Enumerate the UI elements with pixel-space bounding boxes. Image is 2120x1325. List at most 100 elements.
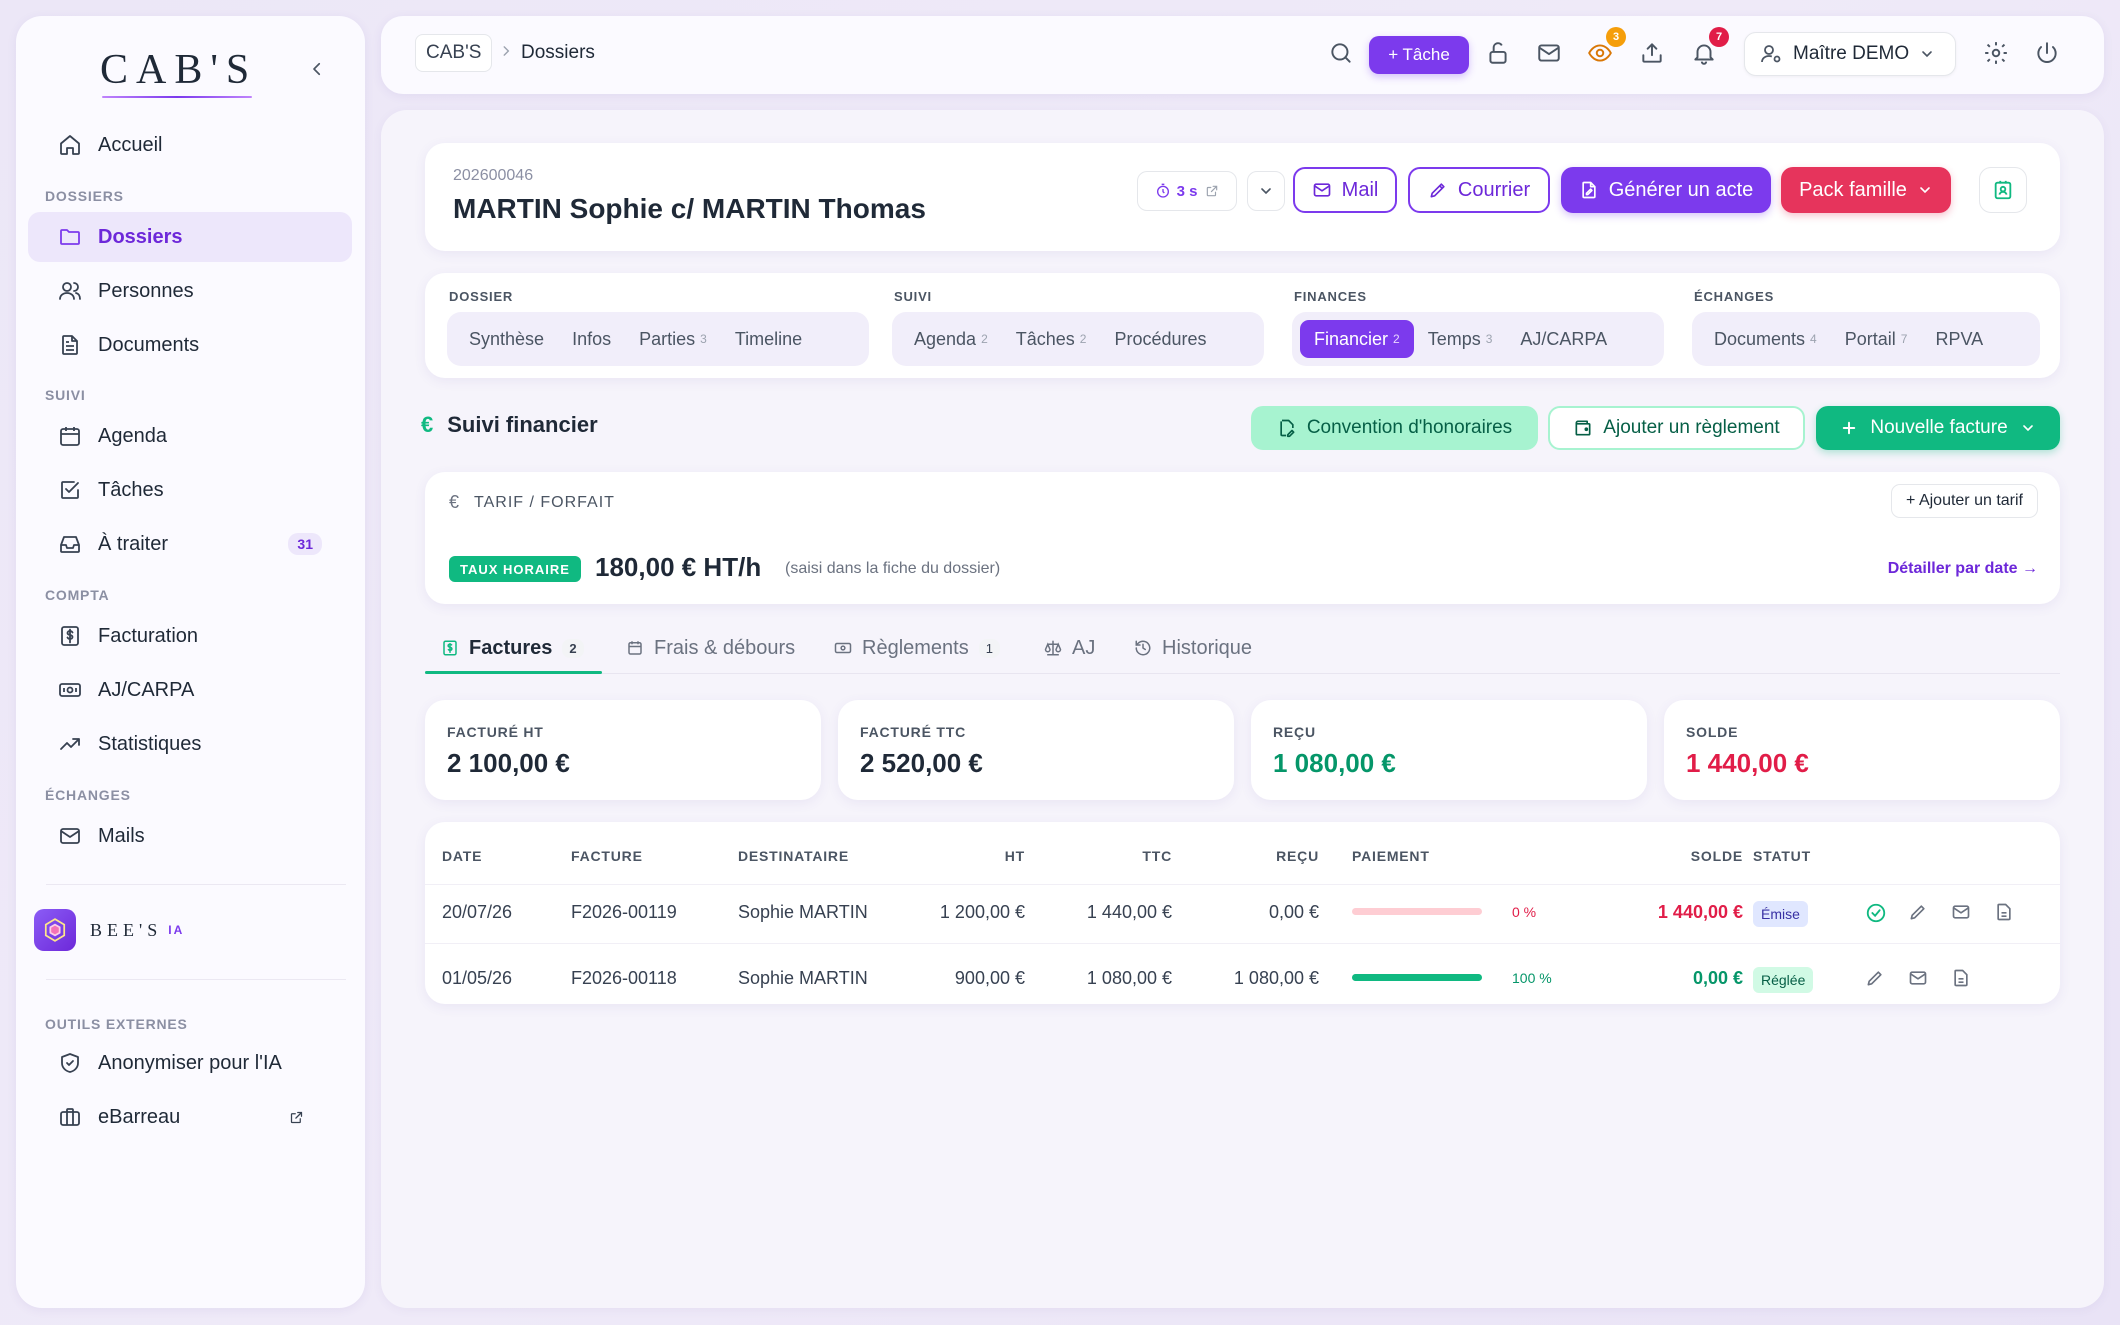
sidebar-item-facturation[interactable]: Facturation bbox=[28, 611, 352, 661]
add-tache-button[interactable]: + Tâche bbox=[1369, 36, 1469, 74]
tab-infos[interactable]: Infos bbox=[558, 320, 625, 358]
bees-ia-link[interactable]: BEE'S IA bbox=[34, 909, 184, 951]
summary-facture-ttc: FACTURÉ TTC 2 520,00 € bbox=[838, 700, 1234, 800]
subtab-reglements[interactable]: Règlements 1 bbox=[834, 630, 1000, 666]
collapse-sidebar-icon[interactable] bbox=[308, 60, 326, 78]
column-header-paiement: PAIEMENT bbox=[1352, 848, 1430, 864]
nouvelle-facture-button[interactable]: Nouvelle facture bbox=[1816, 406, 2060, 450]
tab-label: Temps bbox=[1427, 328, 1481, 349]
dossier-title: MARTIN Sophie c/ MARTIN Thomas bbox=[453, 193, 926, 224]
contact-icon bbox=[1992, 179, 2014, 201]
column-header-statut: STATUT bbox=[1753, 848, 1811, 864]
tabgroup-label: FINANCES bbox=[1294, 289, 1367, 304]
gear-icon[interactable] bbox=[1983, 40, 2009, 66]
search-icon[interactable] bbox=[1328, 40, 1354, 66]
column-header-ttc: TTC bbox=[1142, 848, 1172, 864]
summary-value: 2 100,00 € bbox=[447, 748, 570, 778]
file-icon[interactable] bbox=[1994, 902, 2014, 922]
subtab-label: Factures bbox=[469, 636, 553, 659]
subtab-frais[interactable]: Frais & débours bbox=[626, 630, 795, 666]
sidebar-item-label: Personnes bbox=[98, 279, 194, 302]
main-content: 202600046 MARTIN Sophie c/ MARTIN Thomas… bbox=[381, 110, 2104, 1308]
ajouter-reglement-button[interactable]: Ajouter un règlement bbox=[1548, 406, 1805, 450]
sidebar-item-ajcarpa[interactable]: AJ/CARPA bbox=[28, 665, 352, 715]
hexagon-icon bbox=[34, 909, 76, 951]
folder-icon bbox=[58, 225, 82, 249]
mail-icon[interactable] bbox=[1908, 968, 1928, 988]
row-divider bbox=[425, 943, 2060, 944]
power-icon[interactable] bbox=[2034, 40, 2060, 66]
rate-value: 180,00 € HT/h bbox=[595, 552, 762, 582]
detail-by-date-link[interactable]: Détailler par date → bbox=[1888, 560, 2038, 578]
upload-icon[interactable] bbox=[1639, 40, 1665, 66]
tab-documents[interactable]: Documents 4 bbox=[1700, 320, 1831, 358]
pack-famille-button[interactable]: Pack famille bbox=[1781, 167, 1951, 213]
dossier-number: 202600046 bbox=[453, 167, 534, 184]
check-circle-icon[interactable] bbox=[1865, 902, 1887, 924]
cell-ttc: 1 440,00 € bbox=[1086, 902, 1172, 922]
add-tarif-button[interactable]: + Ajouter un tarif bbox=[1891, 484, 2038, 518]
banknote-icon bbox=[834, 639, 852, 657]
sidebar-item-a-traiter[interactable]: À traiter 31 bbox=[28, 519, 352, 569]
sidebar-item-accueil[interactable]: Accueil bbox=[28, 120, 352, 170]
tab-financier[interactable]: Financier 2 bbox=[1300, 320, 1414, 358]
tarif-card: € TARIF / FORFAIT + Ajouter un tarif TAU… bbox=[425, 472, 2060, 604]
unlock-icon[interactable] bbox=[1485, 40, 1511, 66]
generer-acte-button[interactable]: Générer un acte bbox=[1561, 167, 1771, 213]
tab-timeline[interactable]: Timeline bbox=[721, 320, 816, 358]
file-icon[interactable] bbox=[1951, 968, 1971, 988]
receipt-icon bbox=[626, 639, 644, 657]
summary-label: FACTURÉ TTC bbox=[860, 724, 967, 740]
subtab-aj[interactable]: AJ bbox=[1044, 630, 1095, 666]
sidebar-item-personnes[interactable]: Personnes bbox=[28, 266, 352, 316]
sidebar-item-agenda[interactable]: Agenda bbox=[28, 411, 352, 461]
tab-label: Agenda bbox=[914, 328, 977, 349]
sidebar-item-statistiques[interactable]: Statistiques bbox=[28, 719, 352, 769]
tab-synthese[interactable]: Synthèse bbox=[455, 320, 558, 358]
cell-facture[interactable]: F2026-00119 bbox=[571, 902, 677, 923]
mail-icon[interactable] bbox=[1536, 40, 1562, 66]
contact-card-button[interactable] bbox=[1979, 167, 2027, 213]
home-icon bbox=[58, 133, 82, 157]
breadcrumb-root[interactable]: CAB'S bbox=[415, 34, 493, 72]
tab-label: Financier bbox=[1314, 328, 1389, 349]
sidebar-item-taches[interactable]: Tâches bbox=[28, 465, 352, 515]
tab-temps[interactable]: Temps 3 bbox=[1414, 320, 1507, 358]
sidebar-item-ebarreau[interactable]: eBarreau bbox=[28, 1092, 352, 1142]
tab-rpva[interactable]: RPVA bbox=[1921, 320, 1997, 358]
payment-percent: 0 % bbox=[1512, 904, 1537, 920]
pencil-icon[interactable] bbox=[1865, 968, 1885, 988]
dossier-options-button[interactable] bbox=[1247, 171, 1285, 211]
tab-procedures[interactable]: Procédures bbox=[1100, 320, 1220, 358]
sidebar-item-anonymiser[interactable]: Anonymiser pour l'IA bbox=[28, 1038, 352, 1088]
document-icon bbox=[58, 333, 82, 357]
subtab-label: Historique bbox=[1162, 636, 1253, 659]
mail-button[interactable]: Mail bbox=[1293, 167, 1397, 213]
pencil-icon[interactable] bbox=[1908, 902, 1928, 922]
timer-button[interactable]: 3 s bbox=[1137, 171, 1237, 211]
courrier-button[interactable]: Courrier bbox=[1408, 167, 1550, 213]
sidebar-item-label: Accueil bbox=[98, 133, 163, 156]
mail-icon[interactable] bbox=[1951, 902, 1971, 922]
sidebar-item-documents[interactable]: Documents bbox=[28, 320, 352, 370]
subtab-factures[interactable]: Factures 2 bbox=[441, 630, 584, 666]
tab-agenda[interactable]: Agenda 2 bbox=[900, 320, 1002, 358]
calendar-icon bbox=[58, 424, 82, 448]
convention-honoraires-button[interactable]: Convention d'honoraires bbox=[1251, 406, 1538, 450]
row-divider bbox=[425, 884, 2060, 885]
tab-parties[interactable]: Parties 3 bbox=[625, 320, 721, 358]
tab-taches[interactable]: Tâches 2 bbox=[1002, 320, 1101, 358]
app-logo[interactable]: CAB'S bbox=[100, 46, 257, 94]
chevron-down-icon bbox=[1258, 183, 1274, 199]
sidebar-item-mails[interactable]: Mails bbox=[28, 811, 352, 861]
tab-ajcarpa[interactable]: AJ/CARPA bbox=[1506, 320, 1621, 358]
user-menu-button[interactable]: Maître DEMO bbox=[1744, 32, 1956, 76]
pen-icon bbox=[1428, 180, 1448, 200]
sidebar-item-dossiers[interactable]: Dossiers bbox=[28, 212, 352, 262]
subtab-historique[interactable]: Historique bbox=[1134, 630, 1252, 666]
payment-progress-bar bbox=[1352, 908, 1482, 915]
cell-facture[interactable]: F2026-00118 bbox=[571, 968, 677, 989]
tab-portail[interactable]: Portail 7 bbox=[1831, 320, 1922, 358]
payment-percent: 100 % bbox=[1512, 970, 1552, 986]
status-badge: Réglée bbox=[1753, 967, 1814, 993]
